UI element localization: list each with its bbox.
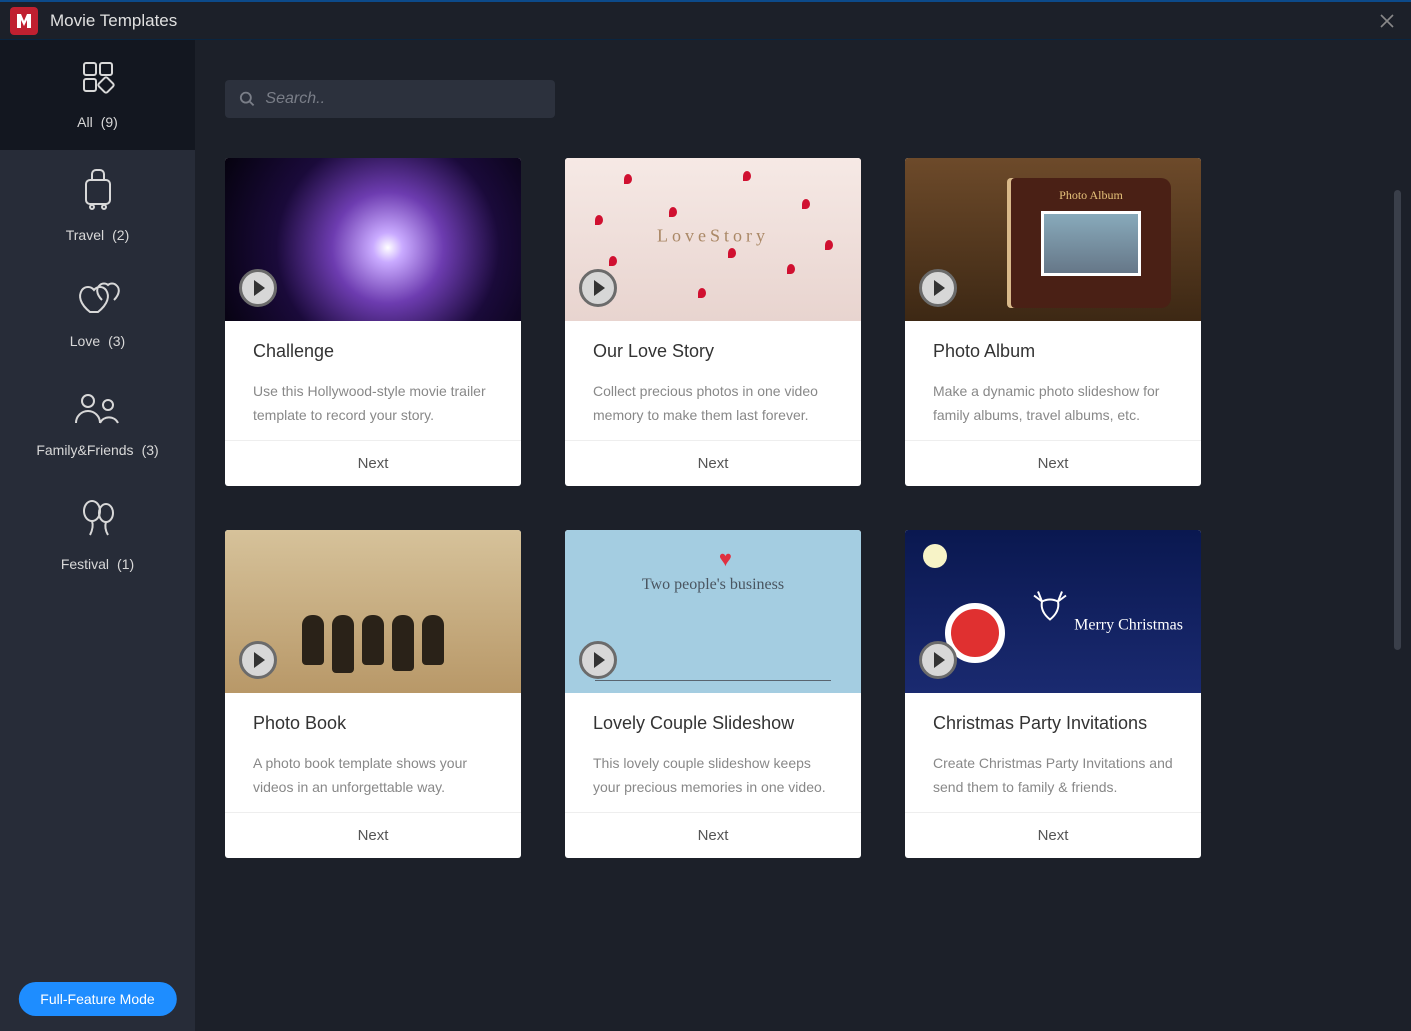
thumbnail-overlay-text: Photo Album	[1011, 178, 1171, 203]
play-icon[interactable]	[239, 269, 277, 307]
reindeer-icon	[1030, 589, 1070, 625]
full-feature-mode-button[interactable]: Full-Feature Mode	[18, 982, 176, 1016]
scrollbar[interactable]	[1394, 190, 1401, 650]
close-icon	[1379, 13, 1395, 29]
template-description: This lovely couple slideshow keeps your …	[593, 752, 833, 800]
main: All(9) Travel(2)	[0, 40, 1411, 1031]
template-title: Challenge	[253, 341, 493, 362]
template-thumbnail	[225, 530, 521, 693]
grid-icon	[78, 61, 118, 102]
thumbnail-overlay-text: Merry Christmas	[1030, 589, 1183, 634]
next-button[interactable]: Next	[565, 812, 861, 858]
template-card[interactable]: Challenge Use this Hollywood-style movie…	[225, 158, 521, 486]
template-thumbnail: LoveStory	[565, 158, 861, 321]
thumbnail-overlay-text: LoveStory	[657, 226, 769, 247]
template-card-body: Photo Album Make a dynamic photo slidesh…	[905, 321, 1201, 440]
next-button[interactable]: Next	[905, 812, 1201, 858]
play-icon[interactable]	[919, 641, 957, 679]
sidebar-item-label: Festival(1)	[61, 556, 134, 572]
template-card-body: Lovely Couple Slideshow This lovely coup…	[565, 693, 861, 812]
sidebar-item-label: Family&Friends(3)	[36, 442, 158, 458]
hearts-icon	[76, 282, 120, 321]
sidebar-item-festival[interactable]: Festival(1)	[0, 480, 195, 590]
template-thumbnail: Photo Album	[905, 158, 1201, 321]
sidebar-item-love[interactable]: Love(3)	[0, 260, 195, 370]
next-button[interactable]: Next	[565, 440, 861, 486]
template-description: Use this Hollywood-style movie trailer t…	[253, 380, 493, 428]
content-area: Challenge Use this Hollywood-style movie…	[195, 40, 1411, 1031]
template-card[interactable]: ♥ Two people's business Lovely Couple Sl…	[565, 530, 861, 858]
template-description: A photo book template shows your videos …	[253, 752, 493, 800]
next-button[interactable]: Next	[225, 440, 521, 486]
template-card-body: Challenge Use this Hollywood-style movie…	[225, 321, 521, 440]
close-button[interactable]	[1373, 7, 1401, 35]
play-icon[interactable]	[579, 269, 617, 307]
heart-icon: ♥	[719, 546, 732, 572]
play-icon[interactable]	[239, 641, 277, 679]
template-title: Photo Album	[933, 341, 1173, 362]
template-description: Collect precious photos in one video mem…	[593, 380, 833, 428]
template-thumbnail: ♥ Two people's business	[565, 530, 861, 693]
template-description: Make a dynamic photo slideshow for famil…	[933, 380, 1173, 428]
sidebar-item-label: Love(3)	[70, 333, 125, 349]
thumbnail-overlay-text: Two people's business	[642, 576, 784, 594]
suitcase-icon	[80, 168, 116, 215]
sidebar: All(9) Travel(2)	[0, 40, 195, 1031]
balloons-icon	[80, 499, 116, 544]
template-card-body: Our Love Story Collect precious photos i…	[565, 321, 861, 440]
next-button[interactable]: Next	[225, 812, 521, 858]
play-icon[interactable]	[919, 269, 957, 307]
sidebar-item-travel[interactable]: Travel(2)	[0, 150, 195, 260]
template-grid: Challenge Use this Hollywood-style movie…	[225, 158, 1381, 858]
template-card-body: Christmas Party Invitations Create Chris…	[905, 693, 1201, 812]
template-card[interactable]: Photo Album Photo Album Make a dynamic p…	[905, 158, 1201, 486]
template-card[interactable]: Photo Book A photo book template shows y…	[225, 530, 521, 858]
template-title: Photo Book	[253, 713, 493, 734]
template-card[interactable]: Merry Christmas Christmas Party Invitati…	[905, 530, 1201, 858]
window-title: Movie Templates	[50, 11, 177, 31]
template-title: Christmas Party Invitations	[933, 713, 1173, 734]
play-icon[interactable]	[579, 641, 617, 679]
search-icon	[239, 90, 255, 108]
template-thumbnail	[225, 158, 521, 321]
people-icon	[74, 393, 122, 430]
titlebar: Movie Templates	[0, 0, 1411, 40]
search-input[interactable]	[265, 90, 541, 108]
sidebar-item-family-friends[interactable]: Family&Friends(3)	[0, 370, 195, 480]
search-box[interactable]	[225, 80, 555, 118]
template-thumbnail: Merry Christmas	[905, 530, 1201, 693]
template-title: Lovely Couple Slideshow	[593, 713, 833, 734]
sidebar-item-all[interactable]: All(9)	[0, 40, 195, 150]
app-logo-icon	[10, 7, 38, 35]
sidebar-item-label: Travel(2)	[66, 227, 130, 243]
template-card-body: Photo Book A photo book template shows y…	[225, 693, 521, 812]
template-card[interactable]: LoveStory Our Love Story Collect preciou…	[565, 158, 861, 486]
template-description: Create Christmas Party Invitations and s…	[933, 752, 1173, 800]
sidebar-item-label: All(9)	[77, 114, 118, 130]
template-title: Our Love Story	[593, 341, 833, 362]
next-button[interactable]: Next	[905, 440, 1201, 486]
